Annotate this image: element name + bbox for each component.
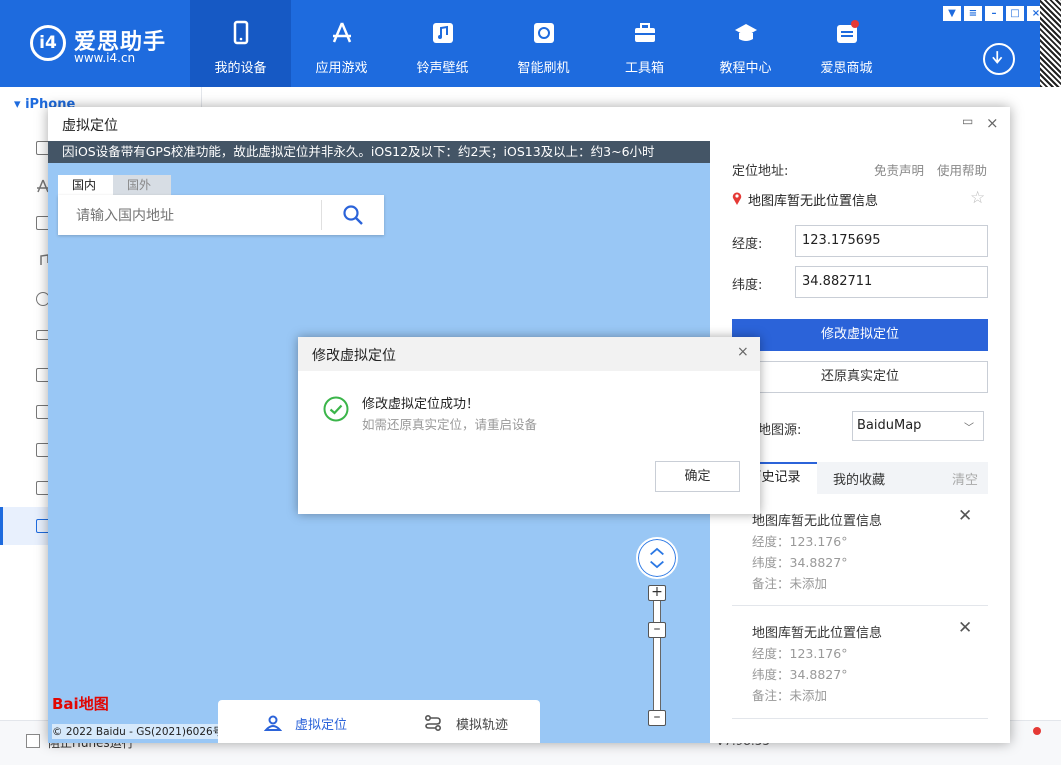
app-logo-icon: i4 bbox=[30, 25, 66, 61]
success-check-icon bbox=[323, 396, 349, 422]
baidu-map-logo: Bai地图 bbox=[52, 695, 109, 713]
graduation-cap-icon bbox=[735, 24, 757, 41]
menu-icon[interactable]: ≡ bbox=[964, 6, 982, 21]
longitude-label: 经度: bbox=[732, 237, 763, 252]
chevron-down-icon[interactable]: ﹀ bbox=[964, 419, 974, 434]
minimize-icon[interactable]: – bbox=[985, 6, 1003, 21]
route-icon bbox=[424, 714, 442, 732]
history-item-note: 备注：未添加 bbox=[752, 688, 828, 703]
nav-label: 教程中心 bbox=[719, 61, 772, 76]
history-item-name[interactable]: 地图库暂无此位置信息 bbox=[752, 622, 882, 641]
app-store-icon bbox=[332, 22, 352, 43]
location-address-label: 定位地址: bbox=[732, 164, 789, 179]
toolbox-icon bbox=[635, 23, 655, 42]
close-icon[interactable]: × bbox=[986, 114, 999, 132]
history-item-latitude: 纬度：34.8827° bbox=[752, 555, 848, 570]
maximize-icon[interactable]: □ bbox=[1006, 6, 1024, 21]
mode-virtual-location[interactable]: 虚拟定位 bbox=[295, 714, 347, 733]
download-icon[interactable] bbox=[983, 43, 1015, 75]
zoom-slider-handle[interactable]: – bbox=[648, 622, 666, 638]
modify-location-button[interactable]: 修改虚拟定位 bbox=[732, 319, 988, 351]
tab-domestic[interactable]: 国内 bbox=[58, 175, 113, 195]
nav-label: 铃声壁纸 bbox=[416, 61, 469, 76]
popup-title: 修改虚拟定位 bbox=[312, 348, 396, 364]
history-item-latitude: 纬度：34.8827° bbox=[752, 667, 848, 682]
delete-history-icon[interactable]: ✕ bbox=[958, 618, 972, 638]
nav-apps-games[interactable]: 应用游戏 bbox=[291, 0, 392, 87]
skin-icon[interactable]: ▼ bbox=[943, 6, 961, 21]
zoom-in-button[interactable]: + bbox=[648, 585, 666, 601]
location-person-icon bbox=[264, 715, 282, 731]
nav-smart-flash[interactable]: 智能刷机 bbox=[493, 0, 594, 87]
zoom-slider-track[interactable] bbox=[653, 600, 661, 712]
favorite-star-icon[interactable]: ☆ bbox=[970, 188, 985, 208]
map-copyright: © 2022 Baidu - GS(2021)6026号 bbox=[52, 724, 224, 739]
divider bbox=[732, 605, 988, 606]
history-item-longitude: 经度：123.176° bbox=[752, 646, 848, 661]
nav-label: 爱思商城 bbox=[820, 61, 873, 76]
disclaimer-link[interactable]: 免责声明 bbox=[874, 160, 924, 179]
tab-favorites[interactable]: 我的收藏 bbox=[833, 469, 885, 488]
longitude-input[interactable]: 123.175695 bbox=[795, 225, 988, 257]
app-url: www.i4.cn bbox=[74, 51, 136, 65]
maximize-icon[interactable]: ▭ bbox=[962, 114, 973, 128]
popup-sub-message: 如需还原真实定位，请重启设备 bbox=[362, 417, 538, 432]
shop-icon bbox=[837, 20, 859, 43]
notification-dot bbox=[1033, 727, 1041, 735]
nav-label: 我的设备 bbox=[214, 61, 267, 76]
ok-button[interactable]: 确定 bbox=[655, 461, 740, 492]
popup-message: 修改虚拟定位成功！ bbox=[362, 397, 480, 412]
search-divider bbox=[321, 200, 322, 230]
phone-icon bbox=[233, 20, 249, 45]
address-search-input[interactable] bbox=[74, 207, 314, 225]
background-pattern bbox=[1040, 0, 1061, 87]
nav-shop[interactable]: 爱思商城 bbox=[796, 0, 897, 87]
restore-location-button[interactable]: 还原真实定位 bbox=[732, 361, 988, 393]
divider bbox=[732, 718, 988, 719]
help-link[interactable]: 使用帮助 bbox=[937, 160, 987, 179]
zoom-out-button[interactable]: – bbox=[648, 710, 666, 726]
tab-foreign[interactable]: 国外 bbox=[113, 175, 171, 195]
close-icon[interactable]: × bbox=[737, 344, 749, 360]
map-pin-icon bbox=[732, 192, 742, 205]
nav-tutorials[interactable]: 教程中心 bbox=[695, 0, 796, 87]
flash-icon bbox=[534, 23, 554, 43]
history-item-name[interactable]: 地图库暂无此位置信息 bbox=[752, 510, 882, 529]
map-pan-control[interactable] bbox=[636, 537, 678, 579]
map-source-label: 地图源: bbox=[758, 423, 802, 438]
nav-toolbox[interactable]: 工具箱 bbox=[594, 0, 695, 87]
dialog-title: 虚拟定位 bbox=[62, 118, 118, 134]
window-controls: ▼ ≡ – □ × bbox=[943, 5, 1048, 21]
ringtone-icon bbox=[433, 23, 453, 43]
itunes-block-checkbox[interactable] bbox=[26, 734, 40, 748]
clear-history-button[interactable]: 清空 bbox=[952, 469, 978, 488]
nav-label: 智能刷机 bbox=[517, 61, 570, 76]
nav-label: 工具箱 bbox=[624, 61, 664, 76]
history-item-longitude: 经度：123.176° bbox=[752, 534, 848, 549]
latitude-input[interactable]: 34.882711 bbox=[795, 266, 988, 298]
search-icon[interactable] bbox=[342, 204, 364, 226]
nav-ringtones-wallpapers[interactable]: 铃声壁纸 bbox=[392, 0, 493, 87]
nav-my-device[interactable]: 我的设备 bbox=[190, 0, 291, 87]
gps-notice-banner: 因iOS设备带有GPS校准功能，故此虚拟定位并非永久。iOS12及以下：约2天；… bbox=[48, 141, 710, 163]
current-location-text: 地图库暂无此位置信息 bbox=[748, 194, 879, 209]
delete-history-icon[interactable]: ✕ bbox=[958, 506, 972, 526]
history-item-note: 备注：未添加 bbox=[752, 576, 828, 591]
nav-label: 应用游戏 bbox=[315, 61, 368, 76]
latitude-label: 纬度: bbox=[732, 278, 763, 293]
mode-simulated-track[interactable]: 模拟轨迹 bbox=[456, 714, 508, 733]
